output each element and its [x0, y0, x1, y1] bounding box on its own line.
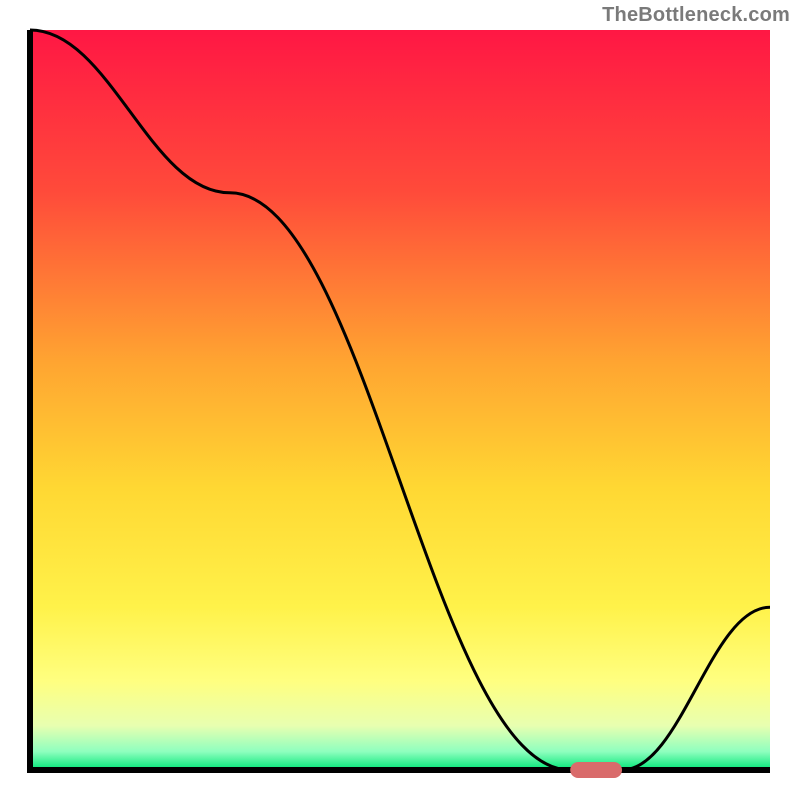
- attribution-label: TheBottleneck.com: [602, 4, 790, 27]
- chart-canvas: TheBottleneck.com: [0, 0, 800, 800]
- chart-svg: [0, 0, 800, 800]
- plot-background: [30, 30, 770, 770]
- optimum-marker: [570, 762, 622, 778]
